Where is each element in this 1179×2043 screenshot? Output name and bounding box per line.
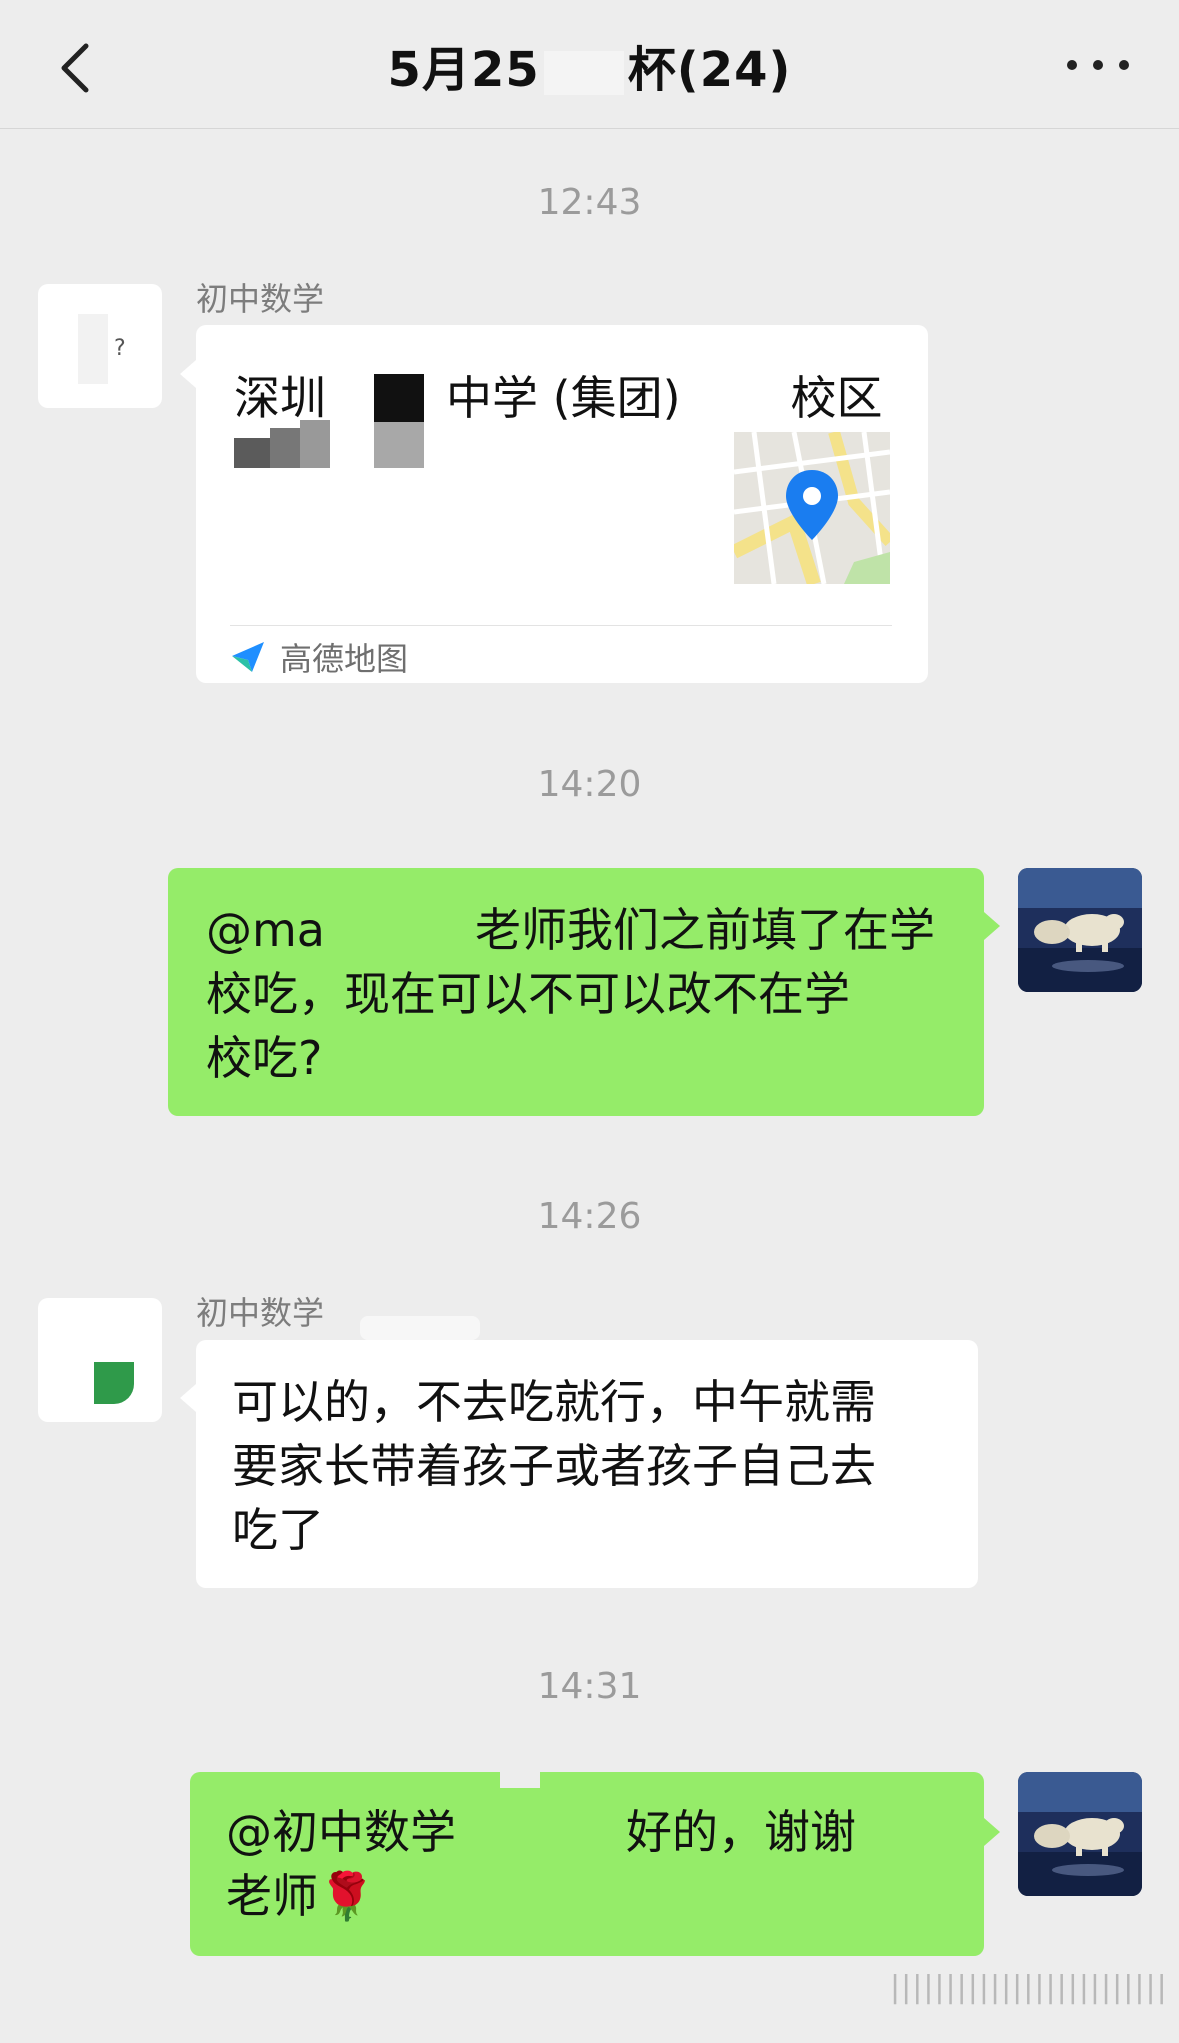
timestamp: 14:20 bbox=[537, 764, 642, 805]
rose-emoji: 🌹 bbox=[318, 1869, 376, 1923]
redaction bbox=[360, 1316, 480, 1340]
more-dots-icon[interactable] bbox=[1059, 44, 1139, 80]
sender-name: 初中数学 bbox=[196, 1294, 325, 1332]
bubble-tail bbox=[984, 1818, 1000, 1846]
message-text: @ma 老师我们之前填了在学 bbox=[206, 903, 935, 957]
bubble-tail bbox=[180, 1384, 196, 1412]
map-pin-icon bbox=[734, 432, 890, 584]
message-text: 校吃? bbox=[206, 1031, 323, 1085]
redaction bbox=[543, 51, 624, 95]
redaction bbox=[374, 374, 424, 422]
message-text: 可以的，不去吃就行，中午就需 要家长带着孩子或者孩子自己去 吃了 bbox=[232, 1375, 876, 1557]
message-text: 校吃，现在可以不可以改不在学 bbox=[206, 967, 850, 1021]
avatar-self[interactable] bbox=[1018, 868, 1142, 992]
divider bbox=[230, 625, 892, 626]
location-app-name: 高德地图 bbox=[280, 640, 409, 678]
sender-name: 初中数学 bbox=[196, 280, 325, 318]
amap-logo-icon bbox=[232, 642, 264, 672]
message-text: @初中数学 好的，谢谢 bbox=[226, 1805, 856, 1859]
chat-header: 5月25 杯(24) bbox=[0, 0, 1179, 129]
bubble-tail bbox=[984, 912, 1000, 940]
avatar[interactable] bbox=[38, 1298, 162, 1422]
avatar[interactable]: ? bbox=[38, 284, 162, 408]
bubble-tail bbox=[180, 360, 196, 388]
redaction bbox=[500, 1764, 540, 1788]
avatar-self[interactable] bbox=[1018, 1772, 1142, 1896]
watermark: ||||||||||||||||||||||||| bbox=[890, 1970, 1168, 2005]
redaction bbox=[374, 422, 424, 468]
timestamp: 14:31 bbox=[537, 1666, 642, 1707]
timestamp: 14:26 bbox=[537, 1196, 642, 1237]
chat-title-right: 杯(24) bbox=[627, 42, 792, 98]
redaction bbox=[234, 420, 330, 468]
timestamp: 12:43 bbox=[537, 182, 642, 223]
chat-title: 5月25 杯(24) bbox=[0, 30, 1179, 100]
location-name: 深圳 中学 (集团) 校区 bbox=[234, 371, 883, 425]
message-text: 老师🌹 bbox=[226, 1869, 376, 1923]
chat-title-left: 5月25 bbox=[387, 42, 540, 98]
